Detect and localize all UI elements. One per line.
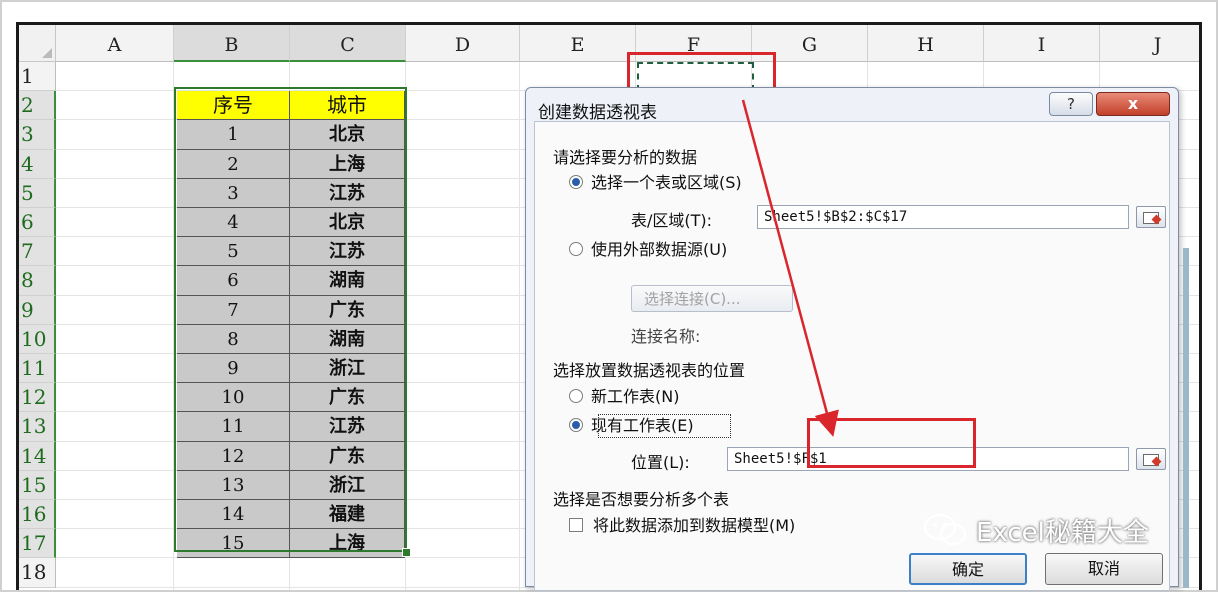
checkbox-icon[interactable] — [569, 518, 583, 532]
close-button[interactable]: x — [1096, 92, 1170, 116]
section-choose-data: 请选择要分析的数据 — [553, 148, 698, 167]
table-cell-number[interactable]: 10 — [177, 383, 290, 413]
table-cell-city[interactable]: 湖南 — [290, 266, 405, 296]
table-range-input[interactable]: Sheet5!$B$2:$C$17 — [757, 205, 1129, 229]
radio-external-source[interactable]: 使用外部数据源(U) — [569, 239, 727, 261]
table-cell-city[interactable]: 广东 — [290, 383, 405, 413]
wechat-icon — [923, 513, 967, 546]
column-header-j[interactable]: J — [1100, 25, 1199, 62]
column-header-e[interactable]: E — [520, 25, 636, 62]
section-location: 选择放置数据透视表的位置 — [553, 361, 746, 380]
table-cell-city[interactable]: 浙江 — [290, 354, 405, 384]
connection-name-label: 连接名称: — [631, 327, 701, 346]
table-cell-city[interactable]: 江苏 — [290, 412, 405, 442]
watermark-text: Excel秘籍大全 — [976, 518, 1149, 548]
table-cell-number[interactable]: 1 — [177, 120, 290, 150]
fill-handle[interactable] — [402, 548, 411, 557]
gridline-vertical — [519, 62, 520, 590]
table-cell-city[interactable]: 江苏 — [290, 237, 405, 267]
location-label: 位置(L): — [631, 453, 690, 472]
checkbox-data-model[interactable]: 将此数据添加到数据模型(M) — [569, 515, 795, 537]
row-header-12[interactable]: 12 — [19, 383, 56, 413]
row-header-9[interactable]: 9 — [19, 295, 56, 325]
row-header-6[interactable]: 6 — [19, 208, 56, 238]
column-header-b[interactable]: B — [174, 25, 290, 62]
row-header-3[interactable]: 3 — [19, 120, 56, 150]
table-cell-number[interactable]: 7 — [177, 295, 290, 325]
table-cell-number[interactable]: 14 — [177, 500, 290, 530]
row-header-8[interactable]: 8 — [19, 266, 56, 296]
table-cell-number[interactable]: 3 — [177, 178, 290, 208]
table-cell-city[interactable]: 福建 — [290, 500, 405, 530]
table-cell-number[interactable]: 12 — [177, 441, 290, 471]
table-cell-city[interactable]: 上海 — [290, 529, 405, 559]
dialog-title: 创建数据透视表 — [538, 103, 657, 123]
row-header-11[interactable]: 11 — [19, 354, 56, 384]
select-all-corner[interactable] — [19, 25, 56, 62]
table-cell-city[interactable]: 上海 — [290, 149, 405, 179]
section-multi-table: 选择是否想要分析多个表 — [553, 490, 730, 509]
table-cell-number[interactable]: 6 — [177, 266, 290, 296]
location-picker-icon[interactable] — [1136, 448, 1166, 470]
table-header-cell[interactable]: 序号 — [177, 91, 290, 121]
column-header-d[interactable]: D — [406, 25, 520, 62]
row-header-16[interactable]: 16 — [19, 500, 56, 530]
ok-button[interactable]: 确定 — [909, 553, 1027, 585]
column-header-c[interactable]: C — [290, 25, 406, 62]
radio-select-table-label: 选择一个表或区域(S) — [591, 173, 742, 192]
row-header-10[interactable]: 10 — [19, 324, 56, 354]
radio-new-sheet[interactable]: 新工作表(N) — [569, 386, 679, 408]
row-header-15[interactable]: 15 — [19, 470, 56, 500]
range-picker-icon[interactable] — [1136, 206, 1166, 228]
row-header-5[interactable]: 5 — [19, 178, 56, 208]
table-cell-city[interactable]: 北京 — [290, 208, 405, 238]
table-cell-number[interactable]: 8 — [177, 324, 290, 354]
row-header-7[interactable]: 7 — [19, 237, 56, 267]
table-cell-number[interactable]: 13 — [177, 470, 290, 500]
row-header-18[interactable]: 18 — [19, 558, 56, 588]
table-cell-city[interactable]: 广东 — [290, 441, 405, 471]
row-header-1[interactable]: 1 — [19, 62, 56, 92]
column-header-a[interactable]: A — [56, 25, 174, 62]
row-header-17[interactable]: 17 — [19, 529, 56, 559]
radio-external-label: 使用外部数据源(U) — [591, 240, 728, 259]
radio-select-table[interactable]: 选择一个表或区域(S) — [569, 172, 742, 194]
table-cell-city[interactable]: 浙江 — [290, 470, 405, 500]
radio-off-icon[interactable] — [569, 242, 583, 256]
table-cell-city[interactable]: 江苏 — [290, 178, 405, 208]
table-cell-number[interactable]: 5 — [177, 237, 290, 267]
row-header-14[interactable]: 14 — [19, 441, 56, 471]
choose-connection-button[interactable]: 选择连接(C)... — [631, 285, 793, 312]
radio-off-icon[interactable] — [569, 389, 583, 403]
watermark: Excel秘籍大全 — [922, 512, 1149, 552]
row-header-4[interactable]: 4 — [19, 149, 56, 179]
table-cell-city[interactable]: 北京 — [290, 120, 405, 150]
table-cell-number[interactable]: 2 — [177, 149, 290, 179]
checkbox-data-model-label: 将此数据添加到数据模型(M) — [593, 516, 796, 535]
row-header-2[interactable]: 2 — [19, 91, 56, 121]
row-header-13[interactable]: 13 — [19, 412, 56, 442]
table-cell-number[interactable]: 15 — [177, 529, 290, 559]
table-range-label: 表/区域(T): — [631, 211, 713, 230]
table-cell-city[interactable]: 湖南 — [290, 324, 405, 354]
table-cell-number[interactable]: 9 — [177, 354, 290, 384]
radio-new-sheet-label: 新工作表(N) — [591, 387, 680, 406]
table-cell-number[interactable]: 4 — [177, 208, 290, 238]
highlight-box-location — [807, 418, 976, 468]
scrollbar-edge[interactable] — [1183, 248, 1189, 588]
gridline-vertical — [173, 62, 174, 590]
radio-on-icon[interactable] — [569, 418, 583, 432]
radio-on-icon[interactable] — [569, 175, 583, 189]
focus-rectangle — [598, 414, 731, 438]
cancel-button[interactable]: 取消 — [1045, 553, 1163, 585]
gridline-vertical — [405, 62, 406, 590]
column-header-i[interactable]: I — [984, 25, 1100, 62]
column-header-h[interactable]: H — [868, 25, 984, 62]
table-header-cell[interactable]: 城市 — [290, 91, 405, 121]
help-button[interactable]: ? — [1049, 92, 1093, 116]
table-cell-city[interactable]: 广东 — [290, 295, 405, 325]
table-cell-number[interactable]: 11 — [177, 412, 290, 442]
